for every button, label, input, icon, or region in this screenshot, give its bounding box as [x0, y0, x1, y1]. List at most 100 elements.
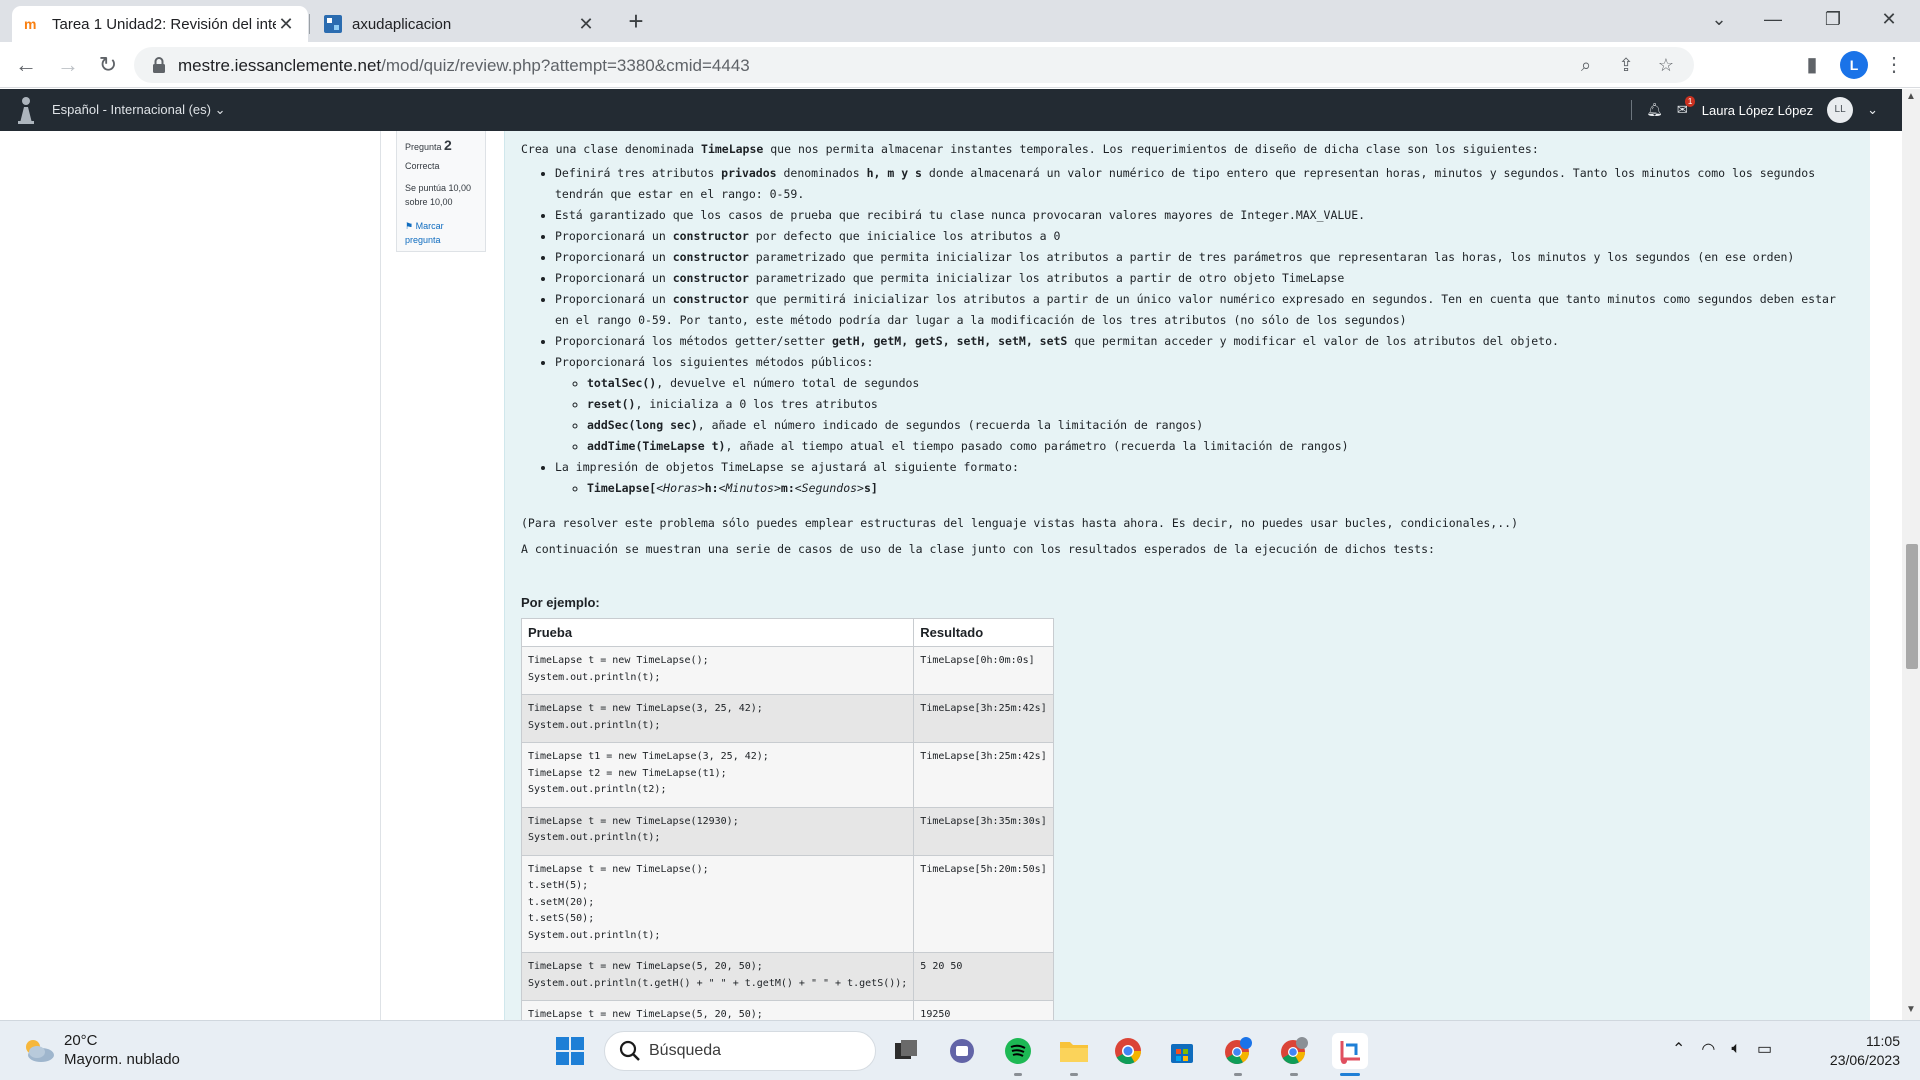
- chrome-profile-icon[interactable]: [1220, 1033, 1256, 1069]
- file-explorer-icon[interactable]: [1056, 1033, 1092, 1069]
- format-placeholder: <Minutos>: [718, 481, 781, 495]
- site-logo-icon[interactable]: [14, 95, 38, 125]
- table-row: TimeLapse t = new TimeLapse(); System.ou…: [520, 646, 1054, 695]
- teams-chat-icon[interactable]: [944, 1033, 980, 1069]
- req-text: parametrizado que permita inicializar lo…: [748, 250, 1795, 264]
- req-keyword: privados: [721, 166, 777, 180]
- user-name[interactable]: Laura López López: [1702, 103, 1813, 118]
- notifications-bell-icon[interactable]: 🔔︎: [1646, 102, 1663, 118]
- req-keyword: constructor: [672, 271, 749, 285]
- weather-widget[interactable]: 20°C Mayorm. nublado: [20, 1031, 180, 1069]
- requirement-item: Proporcionará un constructor que permiti…: [555, 289, 1851, 331]
- tab-axudaplicacion[interactable]: axudaplicacion ✕: [312, 6, 608, 42]
- side-panel-icon[interactable]: ▮: [1798, 51, 1826, 79]
- language-label: Español - Internacional (es): [52, 102, 211, 117]
- wifi-icon[interactable]: ◠: [1701, 1039, 1715, 1059]
- restore-button[interactable]: ❐: [1810, 4, 1856, 34]
- test-cell: TimeLapse t = new TimeLapse(5, 20, 50);: [520, 1000, 915, 1020]
- scroll-down-arrow-icon[interactable]: ▼: [1902, 1004, 1920, 1018]
- req-keyword: constructor: [672, 229, 749, 243]
- format-placeholder: <Horas>: [656, 481, 705, 495]
- test-cell: TimeLapse t1 = new TimeLapse(3, 25, 42);…: [520, 742, 915, 808]
- tab-quiz-review[interactable]: m Tarea 1 Unidad2: Revisión del intento …: [12, 6, 308, 42]
- spotify-icon[interactable]: [1000, 1033, 1036, 1069]
- content-divider: [380, 131, 381, 1020]
- format-list: TimeLapse[<Horas>h:<Minutos>m:<Segundos>…: [555, 478, 1851, 499]
- requirement-item: La impresión de objetos TimeLapse se aju…: [555, 457, 1851, 499]
- messages-icon[interactable]: ✉︎ 1: [1677, 96, 1696, 118]
- address-bar[interactable]: mestre.iessanclemente.net/mod/quiz/revie…: [134, 47, 1694, 83]
- method-desc: , devuelve el número total de segundos: [656, 376, 920, 390]
- chrome-profile-icon[interactable]: [1276, 1033, 1312, 1069]
- req-text: por defecto que inicialice los atributos…: [748, 229, 1061, 243]
- table-row: TimeLapse t = new TimeLapse(3, 25, 42); …: [520, 694, 1054, 743]
- url-host: mestre.iessanclemente.net: [178, 56, 382, 75]
- battery-icon[interactable]: ▭: [1757, 1039, 1772, 1059]
- clock[interactable]: 11:05 23/06/2023: [1810, 1032, 1900, 1070]
- question-state: Correcta: [405, 161, 440, 171]
- task-view-icon[interactable]: [888, 1033, 924, 1069]
- tab-search-icon[interactable]: ⌄: [1696, 4, 1742, 34]
- requirement-item: Está garantizado que los casos de prueba…: [555, 205, 1851, 226]
- method-item: addTime(TimeLapse t), añade al tiempo at…: [587, 436, 1851, 457]
- flag-icon: ⚑: [405, 221, 414, 231]
- question-info-box: Pregunta 2 Correcta Se puntúa 10,00 sobr…: [396, 131, 486, 252]
- result-cell: TimeLapse[3h:25m:42s]: [913, 742, 1054, 808]
- question-text-panel: Crea una clase denominada TimeLapse que …: [504, 131, 1870, 1020]
- url-path: /mod/quiz/review.php?attempt=3380&cmid=4…: [381, 56, 750, 75]
- windows-start-icon[interactable]: [556, 1037, 584, 1065]
- minimize-button[interactable]: —: [1750, 4, 1796, 34]
- profile-avatar[interactable]: L: [1840, 51, 1868, 79]
- volume-icon[interactable]: 🔈︎: [1731, 1040, 1741, 1058]
- restriction-note: (Para resolver este problema sólo puedes…: [521, 516, 1518, 530]
- requirement-item: Proporcionará los siguientes métodos púb…: [555, 352, 1851, 457]
- scroll-up-arrow-icon[interactable]: ▲: [1902, 91, 1920, 105]
- reload-button[interactable]: ↻: [92, 49, 124, 81]
- browser-tab-strip: m Tarea 1 Unidad2: Revisión del intento …: [0, 0, 1920, 42]
- page-content: Pregunta 2 Correcta Se puntúa 10,00 sobr…: [0, 131, 1902, 1020]
- req-text: denominados: [776, 166, 867, 180]
- tab-title: axudaplicacion: [352, 15, 452, 33]
- snipping-tool-icon[interactable]: [1332, 1033, 1368, 1069]
- language-menu[interactable]: Español - Internacional (es) ⌄: [52, 102, 226, 118]
- chevron-up-icon[interactable]: ⌃: [1672, 1039, 1685, 1059]
- requirement-item: Proporcionará un constructor parametriza…: [555, 247, 1851, 268]
- running-indicator: [1070, 1073, 1078, 1076]
- table-header-row: Prueba Resultado: [520, 618, 1054, 647]
- app-favicon-icon: [324, 15, 342, 33]
- zoom-icon[interactable]: ⌕: [1574, 53, 1598, 77]
- temperature: 20°C: [64, 1032, 98, 1049]
- method-desc: , añade el número indicado de segundos (…: [697, 418, 1204, 432]
- new-tab-button[interactable]: +: [622, 8, 650, 36]
- req-text: Definirá tres atributos: [555, 166, 722, 180]
- page-scrollbar[interactable]: ▲ ▼: [1902, 89, 1920, 1020]
- microsoft-store-icon[interactable]: [1164, 1033, 1200, 1069]
- share-icon[interactable]: ⇪: [1614, 53, 1638, 77]
- format-part: m:: [780, 481, 795, 495]
- moodle-navbar: Español - Internacional (es) ⌄ 🔔︎ ✉︎ 1 La…: [0, 89, 1902, 131]
- result-cell: TimeLapse[3h:25m:42s]: [913, 694, 1054, 743]
- question-label: Pregunta: [405, 142, 442, 152]
- close-tab-icon[interactable]: ✕: [576, 14, 596, 35]
- scrollbar-thumb[interactable]: [1906, 544, 1918, 669]
- forward-button[interactable]: →: [52, 49, 84, 81]
- format-item: TimeLapse[<Horas>h:<Minutos>m:<Segundos>…: [587, 478, 1851, 499]
- flag-question-link[interactable]: ⚑ Marcar pregunta: [405, 219, 477, 247]
- method-name: addSec(long sec): [587, 418, 698, 432]
- req-text: Proporcionará un: [555, 292, 673, 306]
- menu-kebab-icon[interactable]: ⋮: [1880, 51, 1908, 79]
- chrome-icon[interactable]: [1110, 1033, 1146, 1069]
- bookmark-star-icon[interactable]: ☆: [1654, 53, 1678, 77]
- user-avatar[interactable]: LL: [1827, 97, 1854, 123]
- result-cell: TimeLapse[0h:0m:0s]: [913, 646, 1054, 695]
- method-item: reset(), inicializa a 0 los tres atribut…: [587, 394, 1851, 415]
- windows-taskbar: 20°C Mayorm. nublado Búsqueda ⌃ ◠ 🔈︎ ▭ 1…: [0, 1020, 1920, 1080]
- messages-count-badge: 1: [1684, 96, 1696, 107]
- requirement-item: Proporcionará los métodos getter/setter …: [555, 331, 1851, 352]
- format-part: h:: [704, 481, 719, 495]
- close-tab-icon[interactable]: ✕: [276, 14, 296, 35]
- back-button[interactable]: ←: [10, 49, 42, 81]
- user-menu-chevron-icon[interactable]: ⌄: [1867, 102, 1878, 118]
- close-window-button[interactable]: ✕: [1866, 4, 1912, 34]
- taskbar-search[interactable]: Búsqueda: [604, 1031, 876, 1071]
